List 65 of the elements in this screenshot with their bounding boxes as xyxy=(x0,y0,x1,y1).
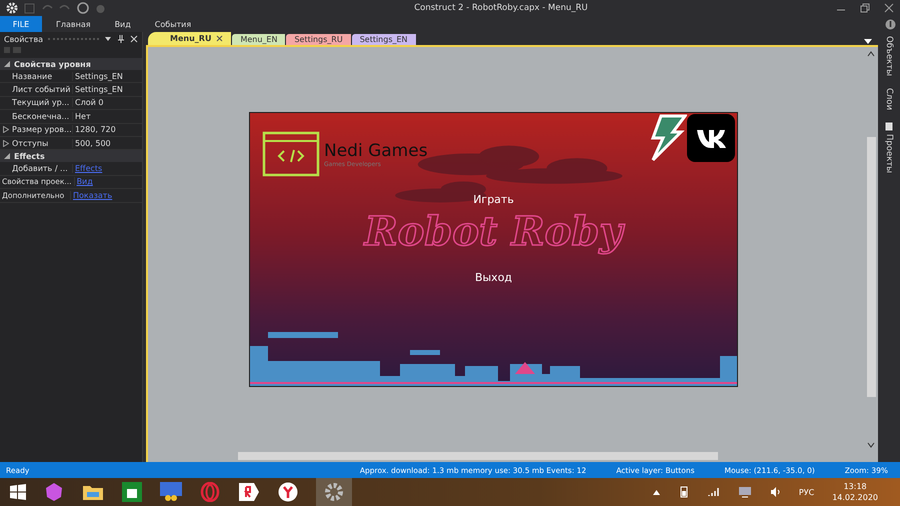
play-button[interactable]: Играть xyxy=(473,193,514,206)
code-window-icon xyxy=(262,131,320,177)
battery-icon[interactable] xyxy=(678,486,690,498)
gem-icon[interactable] xyxy=(44,482,64,502)
close-icon[interactable] xyxy=(216,35,224,42)
ring-icon[interactable] xyxy=(200,482,220,502)
taskbar-button[interactable] xyxy=(316,478,352,506)
section-title: Effects xyxy=(14,152,45,161)
exit-button[interactable]: Выход xyxy=(474,271,512,284)
gear-icon xyxy=(324,482,344,502)
vk-icon[interactable] xyxy=(687,114,735,162)
property-name: Бесконечна... xyxy=(12,112,73,121)
property-name: Добавить / ... xyxy=(12,164,73,174)
dock-tab[interactable]: Проекты xyxy=(884,122,894,174)
property-value: Settings_EN xyxy=(74,72,123,81)
collapse-icon[interactable] xyxy=(4,61,10,67)
window-title: Construct 2 - RobotRoby.capx - Menu_RU xyxy=(414,3,588,13)
ribbon-tab[interactable]: FILE xyxy=(0,16,42,32)
info-icon[interactable] xyxy=(885,18,896,30)
layout-tab[interactable]: Settings_EN xyxy=(352,34,416,45)
speaker-icon[interactable] xyxy=(770,487,781,497)
property-value: 1280, 720 xyxy=(74,125,116,134)
dock-tab[interactable]: Слои xyxy=(884,88,894,110)
section-title: Свойства уровня xyxy=(14,60,91,68)
signal-icon[interactable] xyxy=(708,487,720,497)
clock-date[interactable]: 14.02.2020 xyxy=(832,493,878,502)
windows-logo-icon[interactable] xyxy=(10,484,26,500)
ribbon-tab[interactable]: Главная xyxy=(46,16,101,32)
letter-circle-icon[interactable] xyxy=(278,482,298,502)
scroll-down-icon[interactable] xyxy=(867,442,875,448)
property-name: Лист событий xyxy=(12,85,73,94)
pin-icon[interactable] xyxy=(117,35,125,43)
ribbon-tab[interactable]: Вид xyxy=(104,16,141,32)
property-name: Отступы xyxy=(12,138,73,148)
document-icon xyxy=(885,122,893,132)
ribbon-tab[interactable]: События xyxy=(144,16,202,32)
restore-icon[interactable] xyxy=(860,3,870,13)
collapse-icon[interactable] xyxy=(4,153,10,160)
dropdown-icon[interactable] xyxy=(104,35,112,43)
property-name: Текущий ур... xyxy=(12,98,73,108)
close-icon[interactable] xyxy=(884,3,894,13)
folder-icon[interactable] xyxy=(82,483,104,501)
property-value: Нет xyxy=(74,112,91,121)
property-value: 500, 500 xyxy=(74,138,111,148)
dropdown-icon[interactable] xyxy=(864,39,872,45)
logo-title: Nedi Games xyxy=(324,140,428,160)
gear-icon[interactable] xyxy=(6,2,18,14)
dock-tab[interactable]: Объекты xyxy=(884,36,894,76)
property-name: Размер уров... xyxy=(12,125,73,134)
clock-time[interactable]: 13:18 xyxy=(844,482,867,491)
run-icon[interactable] xyxy=(77,2,89,14)
layout-tab[interactable]: Menu_EN xyxy=(232,34,286,45)
property-name: Название xyxy=(12,72,73,81)
scroll-up-icon[interactable] xyxy=(867,51,875,57)
vertical-scrollbar[interactable] xyxy=(867,137,876,397)
property-value: Settings_EN xyxy=(74,85,123,94)
chevron-up-icon[interactable] xyxy=(652,490,660,494)
panel-title: Свойства xyxy=(4,34,44,44)
property-value: Слой 0 xyxy=(74,98,104,108)
layout-tab[interactable]: Settings_RU xyxy=(286,34,351,45)
layout-tab[interactable]: Menu_RU xyxy=(148,32,232,45)
horizontal-scrollbar[interactable] xyxy=(238,452,718,460)
monitor-icon[interactable] xyxy=(738,486,752,498)
letter-tag-icon[interactable] xyxy=(238,482,260,502)
language-indicator[interactable]: РУС xyxy=(798,488,814,496)
